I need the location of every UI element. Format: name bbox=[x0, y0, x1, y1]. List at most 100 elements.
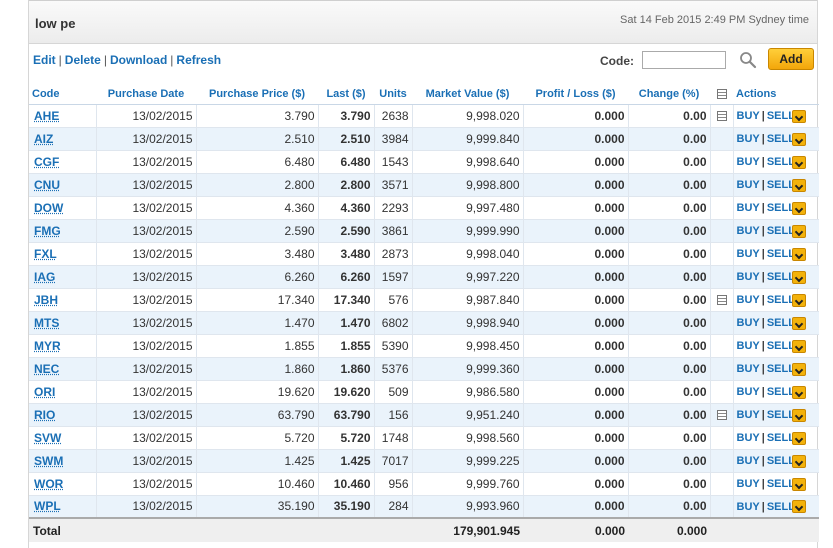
sell-link[interactable]: SELL bbox=[767, 179, 795, 191]
sell-link[interactable]: SELL bbox=[767, 340, 795, 352]
stock-code-link[interactable]: IAG bbox=[34, 270, 55, 284]
chevron-down-icon[interactable] bbox=[791, 362, 806, 376]
stock-code-link[interactable]: DOW bbox=[34, 201, 63, 215]
sell-link[interactable]: SELL bbox=[767, 248, 795, 260]
stock-code-link[interactable]: SVW bbox=[34, 431, 61, 445]
col-profit-loss[interactable]: Profit / Loss ($) bbox=[523, 84, 628, 105]
buy-link[interactable]: BUY bbox=[737, 110, 760, 122]
purchase-price-cell: 3.480 bbox=[196, 242, 319, 266]
chevron-down-icon[interactable] bbox=[791, 109, 806, 123]
buy-link[interactable]: BUY bbox=[737, 501, 760, 513]
change-cell: 0.00 bbox=[628, 472, 711, 496]
note-icon[interactable] bbox=[716, 410, 727, 421]
buy-link[interactable]: BUY bbox=[737, 386, 760, 398]
purchase-date-cell: 13/02/2015 bbox=[96, 242, 197, 266]
buy-link[interactable]: BUY bbox=[737, 340, 760, 352]
col-purchase-date[interactable]: Purchase Date bbox=[96, 84, 196, 105]
stock-code-link[interactable]: RIO bbox=[34, 408, 55, 422]
chevron-down-icon[interactable] bbox=[791, 385, 806, 399]
stock-code-link[interactable]: NEC bbox=[34, 362, 59, 376]
col-purchase-price[interactable]: Purchase Price ($) bbox=[196, 84, 318, 105]
sell-link[interactable]: SELL bbox=[767, 156, 795, 168]
code-input[interactable] bbox=[642, 51, 726, 69]
buy-link[interactable]: BUY bbox=[737, 363, 760, 375]
search-icon[interactable] bbox=[739, 51, 757, 69]
buy-link[interactable]: BUY bbox=[737, 133, 760, 145]
portfolio-name: low pe bbox=[35, 16, 76, 31]
col-change[interactable]: Change (%) bbox=[628, 84, 710, 105]
buy-link[interactable]: BUY bbox=[737, 432, 760, 444]
stock-code-link[interactable]: CGF bbox=[34, 155, 59, 169]
sell-link[interactable]: SELL bbox=[767, 432, 795, 444]
sell-link[interactable]: SELL bbox=[767, 133, 795, 145]
buy-link[interactable]: BUY bbox=[737, 455, 760, 467]
chevron-down-icon[interactable] bbox=[791, 431, 806, 445]
stock-code-link[interactable]: MTS bbox=[34, 316, 59, 330]
add-button[interactable]: Add bbox=[768, 48, 814, 70]
chevron-down-icon[interactable] bbox=[791, 500, 806, 514]
buy-link[interactable]: BUY bbox=[737, 202, 760, 214]
sell-link[interactable]: SELL bbox=[767, 225, 795, 237]
stock-code-link[interactable]: WOR bbox=[34, 477, 63, 491]
buy-link[interactable]: BUY bbox=[737, 225, 760, 237]
sell-link[interactable]: SELL bbox=[767, 294, 795, 306]
profit-loss-cell: 0.000 bbox=[523, 196, 629, 220]
chevron-down-icon[interactable] bbox=[791, 454, 806, 468]
sell-link[interactable]: SELL bbox=[767, 386, 795, 398]
chevron-down-icon[interactable] bbox=[791, 132, 806, 146]
chevron-down-icon[interactable] bbox=[791, 178, 806, 192]
chevron-down-icon[interactable] bbox=[791, 224, 806, 238]
stock-code-link[interactable]: MYR bbox=[34, 339, 61, 353]
buy-link[interactable]: BUY bbox=[737, 317, 760, 329]
chevron-down-icon[interactable] bbox=[791, 201, 806, 215]
sell-link[interactable]: SELL bbox=[767, 501, 795, 513]
note-icon[interactable] bbox=[716, 111, 727, 122]
note-cell bbox=[710, 104, 734, 128]
stock-code-link[interactable]: CNU bbox=[34, 178, 60, 192]
buy-link[interactable]: BUY bbox=[737, 478, 760, 490]
purchase-price-cell: 4.360 bbox=[196, 196, 319, 220]
edit-link[interactable]: Edit bbox=[33, 53, 56, 67]
sell-link[interactable]: SELL bbox=[767, 271, 795, 283]
change-cell: 0.00 bbox=[628, 288, 711, 312]
stock-code-link[interactable]: WPL bbox=[34, 499, 61, 513]
col-units[interactable]: Units bbox=[374, 84, 412, 105]
buy-link[interactable]: BUY bbox=[737, 294, 760, 306]
sell-link[interactable]: SELL bbox=[767, 478, 795, 490]
chevron-down-icon[interactable] bbox=[791, 316, 806, 330]
chevron-down-icon[interactable] bbox=[791, 477, 806, 491]
download-link[interactable]: Download bbox=[110, 53, 167, 67]
stock-code-link[interactable]: SWM bbox=[34, 454, 63, 468]
chevron-down-icon[interactable] bbox=[791, 247, 806, 261]
stock-code-link[interactable]: AHE bbox=[34, 109, 59, 123]
chevron-down-icon[interactable] bbox=[791, 155, 806, 169]
stock-code-link[interactable]: ORI bbox=[34, 385, 55, 399]
buy-link[interactable]: BUY bbox=[737, 248, 760, 260]
delete-link[interactable]: Delete bbox=[65, 53, 101, 67]
sell-link[interactable]: SELL bbox=[767, 409, 795, 421]
chevron-down-icon[interactable] bbox=[791, 339, 806, 353]
col-market-value[interactable]: Market Value ($) bbox=[412, 84, 523, 105]
sell-link[interactable]: SELL bbox=[767, 455, 795, 467]
stock-code-link[interactable]: AIZ bbox=[34, 132, 53, 146]
sell-link[interactable]: SELL bbox=[767, 202, 795, 214]
code-cell: JBH bbox=[29, 288, 97, 312]
chevron-down-icon[interactable] bbox=[791, 270, 806, 284]
col-last[interactable]: Last ($) bbox=[318, 84, 374, 105]
chevron-down-icon[interactable] bbox=[791, 408, 806, 422]
chevron-down-icon[interactable] bbox=[791, 293, 806, 307]
sell-link[interactable]: SELL bbox=[767, 317, 795, 329]
col-code[interactable]: Code bbox=[29, 84, 96, 105]
note-icon[interactable] bbox=[716, 295, 727, 306]
buy-link[interactable]: BUY bbox=[737, 156, 760, 168]
stock-code-link[interactable]: JBH bbox=[34, 293, 58, 307]
sell-link[interactable]: SELL bbox=[767, 363, 795, 375]
buy-link[interactable]: BUY bbox=[737, 179, 760, 191]
refresh-link[interactable]: Refresh bbox=[176, 53, 221, 67]
buy-link[interactable]: BUY bbox=[737, 271, 760, 283]
buy-link[interactable]: BUY bbox=[737, 409, 760, 421]
stock-code-link[interactable]: FXL bbox=[34, 247, 57, 261]
stock-code-link[interactable]: FMG bbox=[34, 224, 61, 238]
sell-link[interactable]: SELL bbox=[767, 110, 795, 122]
purchase-price-cell: 6.260 bbox=[196, 265, 319, 289]
